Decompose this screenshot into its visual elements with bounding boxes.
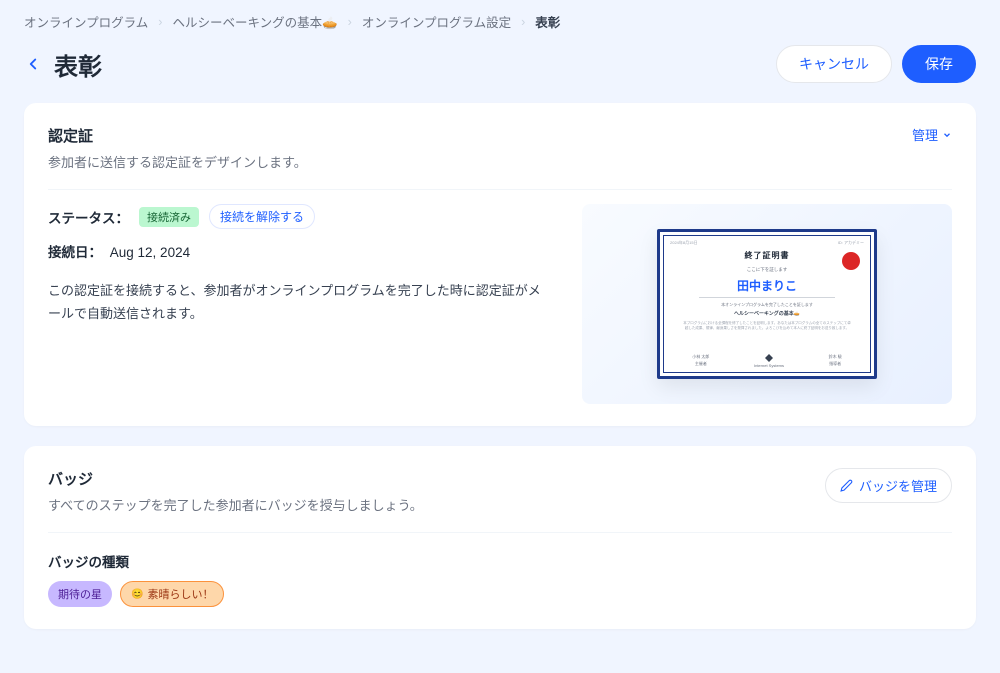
- page-title: 表彰: [54, 47, 102, 82]
- badge-title: バッジ: [48, 468, 423, 489]
- cancel-button[interactable]: キャンセル: [776, 45, 892, 83]
- status-badge: 接続済み: [139, 207, 199, 227]
- logo-icon: [765, 354, 773, 362]
- breadcrumb-item[interactable]: オンラインプログラム設定: [362, 12, 511, 31]
- pencil-icon: [840, 479, 853, 492]
- chevron-right-icon: ›: [158, 15, 162, 29]
- badge-desc: すべてのステップを完了した参加者にバッジを授与しましょう。: [48, 495, 423, 514]
- badge-card: バッジ すべてのステップを完了した参加者にバッジを授与しましょう。 バッジを管理…: [24, 446, 976, 629]
- connection-date: 接続日： Aug 12, 2024: [48, 241, 552, 261]
- certificate-card: 認定証 参加者に送信する認定証をデザインします。 管理 ステータス： 接続済み …: [24, 103, 976, 426]
- certificate-desc: 参加者に送信する認定証をデザインします。: [48, 152, 307, 171]
- cert-recipient-name: 田中まりこ: [737, 277, 797, 294]
- chevron-right-icon: ›: [348, 15, 352, 29]
- breadcrumb-current: 表彰: [535, 12, 560, 31]
- manage-certificate-link[interactable]: 管理: [912, 125, 952, 144]
- page-header: 表彰 キャンセル 保存: [24, 45, 976, 83]
- breadcrumb: オンラインプログラム › ヘルシーベーキングの基本🥧 › オンラインプログラム設…: [24, 12, 976, 31]
- back-arrow-icon[interactable]: [24, 55, 42, 73]
- save-button[interactable]: 保存: [902, 45, 976, 83]
- chevron-right-icon: ›: [521, 15, 525, 29]
- manage-badge-button[interactable]: バッジを管理: [825, 468, 952, 503]
- certificate-title: 認定証: [48, 125, 307, 146]
- chevron-down-icon: [942, 130, 952, 140]
- certificate-preview: 2024年8月15日 ID: アカデミー 終了証明書 ここに下を証します 田中ま…: [582, 204, 952, 404]
- disconnect-button[interactable]: 接続を解除する: [209, 204, 315, 229]
- breadcrumb-item[interactable]: ヘルシーベーキングの基本🥧: [172, 12, 337, 31]
- status-label: ステータス：: [48, 207, 129, 227]
- seal-icon: [842, 252, 860, 270]
- badge-item-star[interactable]: 期待の星: [48, 581, 112, 607]
- smiley-icon: 😊: [131, 589, 143, 600]
- certificate-note: この認定証を接続すると、参加者がオンラインプログラムを完了した時に認定証がメール…: [48, 279, 552, 326]
- badge-item-great[interactable]: 😊 素晴らしい！: [120, 581, 224, 607]
- breadcrumb-item[interactable]: オンラインプログラム: [24, 12, 148, 31]
- cert-doc-title: 終了証明書: [745, 250, 790, 261]
- badge-types-label: バッジの種類: [48, 532, 952, 571]
